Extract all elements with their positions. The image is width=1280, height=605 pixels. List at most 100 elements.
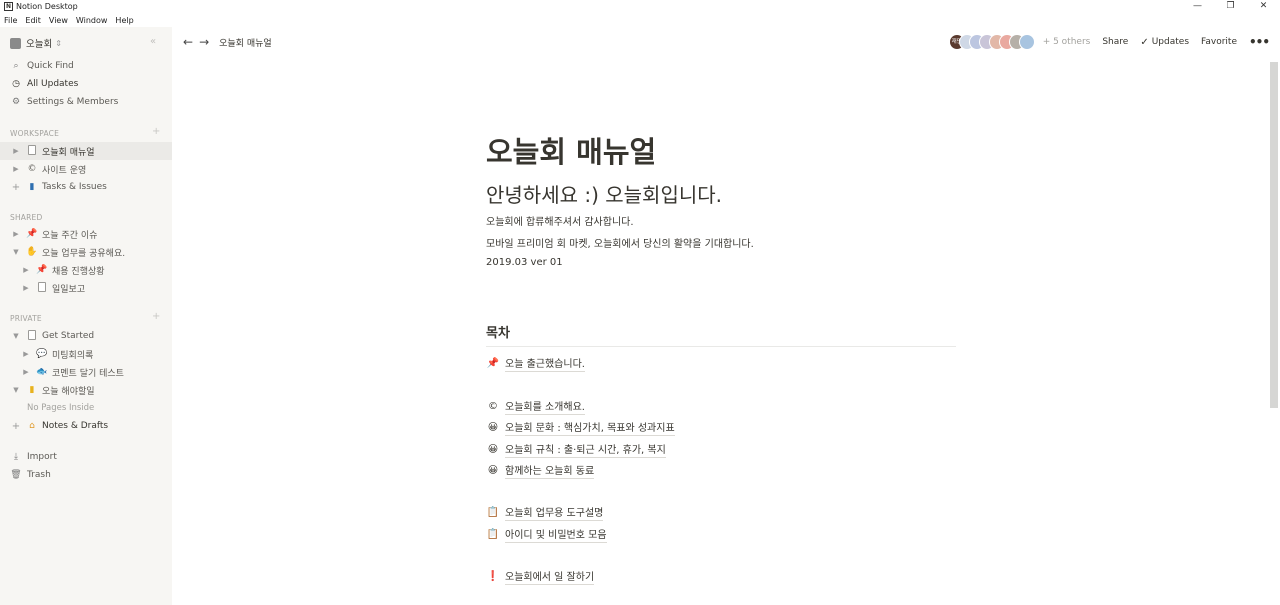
- others-count[interactable]: + 5 others: [1043, 37, 1091, 47]
- notebook-icon: ▮: [29, 385, 35, 395]
- collapse-triangle-icon[interactable]: ▼: [11, 332, 21, 340]
- sidebar-item-hiring[interactable]: ▶ 📌 채용 진행상황: [0, 261, 172, 279]
- paragraph[interactable]: 오늘회에 합류해주셔서 감사합니다.: [486, 213, 634, 228]
- avatar-group[interactable]: 재민: [948, 34, 1035, 50]
- collapse-triangle-icon[interactable]: ▼: [11, 386, 21, 394]
- expand-triangle-icon[interactable]: ▶: [11, 147, 21, 155]
- clock-icon: ◷: [12, 79, 20, 89]
- sidebar-item-label: 오늘 주간 이슈: [42, 230, 98, 241]
- toc-heading[interactable]: 목차: [486, 322, 510, 341]
- maximize-button[interactable]: ❐: [1214, 0, 1247, 13]
- sidebar-item-get-started[interactable]: ▼ Get Started: [0, 327, 172, 345]
- scrollbar[interactable]: [1270, 62, 1278, 408]
- expand-triangle-icon[interactable]: ▶: [21, 284, 31, 292]
- sidebar-item-label: 오늘회 매뉴얼: [42, 147, 95, 158]
- sidebar-item-todo[interactable]: ▼ ▮ 오늘 해야할일: [0, 381, 172, 399]
- trash-icon: 🗑: [10, 470, 22, 480]
- sidebar-item-label: Get Started: [42, 331, 95, 341]
- more-options-icon[interactable]: •••: [1249, 35, 1270, 49]
- sidebar-item-label: 일일보고: [52, 284, 86, 295]
- paragraph[interactable]: 2019.03 ver 01: [486, 257, 563, 268]
- sidebar-item-label: Tasks & Issues: [42, 182, 107, 192]
- toc-link[interactable]: 📋 아이디 및 비밀번호 모음: [486, 526, 607, 543]
- toc-link-text[interactable]: 오늘회 규칙 : 출·퇴근 시간, 휴가, 복지: [505, 441, 666, 458]
- toc-link[interactable]: 📋 오늘회 업무용 도구설명: [486, 504, 604, 521]
- sidebar-item-label: 미팅회의록: [52, 350, 94, 361]
- smile-icon: 😀: [487, 465, 499, 476]
- minimize-button[interactable]: —: [1181, 0, 1214, 13]
- settings-members[interactable]: ⚙ Settings & Members: [0, 93, 172, 111]
- copyright-icon: ©: [488, 401, 498, 412]
- workspace-name: 오늘회: [26, 39, 53, 50]
- plus-icon[interactable]: +: [11, 421, 21, 432]
- menu-edit[interactable]: Edit: [21, 16, 45, 25]
- sidebar-item-notes[interactable]: + ⌂ Notes & Drafts: [0, 417, 172, 435]
- sidebar-item-tasks[interactable]: + ▮ Tasks & Issues: [0, 178, 172, 196]
- forward-arrow-icon[interactable]: →: [199, 35, 209, 49]
- sidebar-item-site[interactable]: ▶ © 사이트 운영: [0, 160, 172, 178]
- menu-view[interactable]: View: [45, 16, 72, 25]
- workspace-switcher[interactable]: 오늘회 ⇕: [10, 36, 62, 50]
- favorite-button[interactable]: Favorite: [1201, 37, 1237, 47]
- sidebar-item-share-work[interactable]: ▼ ✋ 오늘 업무를 공유해요.: [0, 243, 172, 261]
- toc-link-text[interactable]: 함께하는 오늘회 동료: [505, 462, 595, 479]
- toc-link[interactable]: 😀 오늘회 문화 : 핵심가치, 목표와 성과지표: [486, 419, 675, 436]
- doc-icon: [25, 144, 39, 158]
- updates-button[interactable]: ✓ Updates: [1140, 37, 1189, 48]
- pin-icon: 📌: [36, 265, 48, 275]
- quick-find[interactable]: ⌕ Quick Find: [0, 57, 172, 75]
- add-private-page-icon[interactable]: +: [152, 311, 160, 322]
- settings-label: Settings & Members: [27, 97, 119, 107]
- toc-link-text[interactable]: 오늘회에서 일 잘하기: [505, 568, 595, 585]
- paragraph[interactable]: 모바일 프리미엄 회 마켓, 오늘회에서 당신의 활약을 기대합니다.: [486, 235, 754, 250]
- sidebar-item-comment-test[interactable]: ▶ 🐟 코멘트 달기 테스트: [0, 363, 172, 381]
- all-updates-label: All Updates: [27, 79, 79, 89]
- toc-link[interactable]: © 오늘회를 소개해요.: [486, 398, 585, 415]
- toc-link[interactable]: 📌 오늘 출근했습니다.: [486, 355, 585, 372]
- expand-triangle-icon[interactable]: ▶: [21, 350, 31, 358]
- top-bar: ← → 오늘회 매뉴얼 재민 + 5 others Share ✓ Update…: [172, 27, 1280, 57]
- all-updates[interactable]: ◷ All Updates: [0, 75, 172, 93]
- sidebar-item-daily[interactable]: ▶ 일일보고: [0, 279, 172, 297]
- add-workspace-page-icon[interactable]: +: [152, 126, 160, 137]
- toc-link-text[interactable]: 오늘회 업무용 도구설명: [505, 504, 604, 521]
- collapse-triangle-icon[interactable]: ▼: [11, 248, 21, 256]
- expand-triangle-icon[interactable]: ▶: [21, 368, 31, 376]
- avatar: [1018, 34, 1035, 50]
- share-button[interactable]: Share: [1102, 37, 1128, 47]
- house-icon: ⌂: [29, 421, 35, 431]
- title-bar: N Notion Desktop — ❐ ✕: [0, 0, 1280, 13]
- menu-file[interactable]: File: [0, 16, 21, 25]
- page-heading[interactable]: 안녕하세요 :) 오늘회입니다.: [486, 179, 722, 208]
- workspace-icon: [10, 37, 21, 49]
- trash-button[interactable]: 🗑 Trash: [0, 466, 172, 484]
- back-arrow-icon[interactable]: ←: [183, 35, 193, 49]
- plus-icon[interactable]: +: [11, 182, 21, 193]
- close-button[interactable]: ✕: [1247, 0, 1280, 13]
- breadcrumb[interactable]: 오늘회 매뉴얼: [219, 36, 272, 49]
- menu-window[interactable]: Window: [72, 16, 112, 25]
- toc-link[interactable]: 😀 함께하는 오늘회 동료: [486, 462, 595, 479]
- sidebar-item-weekly[interactable]: ▶ 📌 오늘 주간 이슈: [0, 225, 172, 243]
- window-title: Notion Desktop: [16, 2, 78, 11]
- sidebar: 오늘회 ⇕ « ⌕ Quick Find ◷ All Updates ⚙ Set…: [0, 27, 172, 605]
- expand-triangle-icon[interactable]: ▶: [21, 266, 31, 274]
- expand-triangle-icon[interactable]: ▶: [11, 230, 21, 238]
- toc-link-text[interactable]: 오늘회를 소개해요.: [505, 398, 585, 415]
- sidebar-item-manual[interactable]: ▶ 오늘회 매뉴얼: [0, 142, 172, 160]
- toc-link-text[interactable]: 오늘회 문화 : 핵심가치, 목표와 성과지표: [505, 419, 675, 436]
- expand-triangle-icon[interactable]: ▶: [11, 165, 21, 173]
- menu-help[interactable]: Help: [111, 16, 137, 25]
- toc-link-text[interactable]: 오늘 출근했습니다.: [505, 355, 585, 372]
- sidebar-item-label: Notes & Drafts: [42, 421, 109, 431]
- toc-link[interactable]: ❗ 오늘회에서 일 잘하기: [486, 568, 595, 585]
- doc-icon: [25, 329, 39, 343]
- sidebar-item-meeting[interactable]: ▶ 💬 미팅회의록: [0, 345, 172, 363]
- import-button[interactable]: ⤓ Import: [0, 448, 172, 466]
- toc-link[interactable]: 😀 오늘회 규칙 : 출·퇴근 시간, 휴가, 복지: [486, 441, 666, 458]
- toc-link-text[interactable]: 아이디 및 비밀번호 모음: [505, 526, 607, 543]
- collapse-sidebar-icon[interactable]: «: [150, 36, 156, 47]
- clipboard-icon: 📋: [486, 529, 500, 540]
- book-icon: ▮: [29, 182, 35, 192]
- page-title[interactable]: 오늘회 매뉴얼: [486, 129, 656, 171]
